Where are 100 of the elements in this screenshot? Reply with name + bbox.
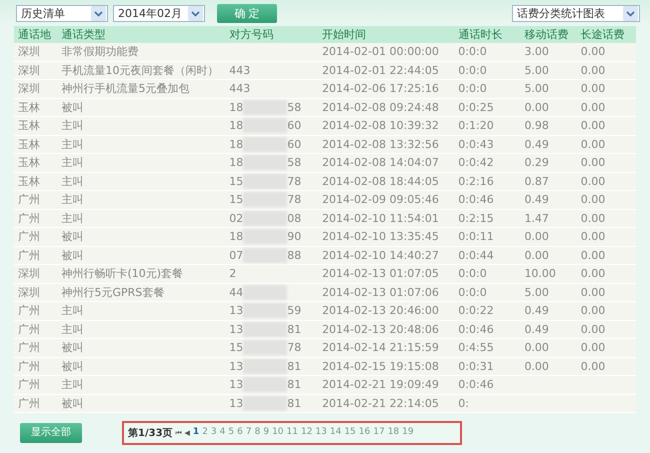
table-cell-text: 玉林: [17, 176, 41, 187]
page-link[interactable]: 11: [286, 426, 298, 440]
table-cell-text: 广州: [17, 305, 41, 316]
chart-select[interactable]: 话费分类统计图表: [512, 4, 640, 22]
page-info: 第1/33页: [128, 426, 173, 440]
table-cell-text: 玉林: [17, 157, 41, 168]
table-cell-text: 广州: [17, 379, 41, 390]
table-cell: 60: [287, 138, 302, 150]
table-cell-text: 0:0:0: [457, 46, 488, 58]
table-cell-text: 2014-02-08 18:44:05: [321, 176, 440, 187]
table-cell: 78: [287, 176, 302, 187]
table-cell: 88: [287, 250, 302, 261]
table-cell: 0.00: [580, 193, 606, 206]
table-cell: 08: [287, 212, 302, 224]
table-cell-text: 神州行手机流量5元叠加包: [60, 83, 190, 94]
page-link[interactable]: 8: [254, 426, 260, 440]
page-link[interactable]: 19: [402, 426, 414, 440]
table-cell-text: 0:0:25: [457, 102, 495, 113]
table-cell-text: 玉林: [17, 120, 41, 132]
table-cell-text: 0:0:0: [457, 268, 488, 280]
confirm-button[interactable]: 确 定: [217, 4, 277, 22]
table-cell: 0.00: [580, 304, 606, 318]
table-cell: 0.00: [524, 341, 549, 354]
table-cell-text: 玉林: [17, 102, 41, 113]
table-cell-text: 被叫: [60, 342, 84, 354]
table-cell-text: 被叫: [60, 250, 84, 261]
table-cell-text: 0:0:11: [457, 231, 495, 242]
table-cell-text: 0:1:20: [457, 120, 495, 132]
table-cell: 0.00: [580, 174, 606, 188]
page-link[interactable]: 18: [388, 426, 400, 440]
table-cell-text: 2014-02-13 20:46:00: [321, 305, 440, 316]
table-cell-text: 被叫: [60, 102, 84, 113]
page-link[interactable]: 10: [272, 426, 284, 440]
table-cell-text: 2014-02-09 09:05:46: [321, 194, 440, 206]
table-cell-text: 手机流量10元夜间套餐（闲时）: [60, 64, 220, 76]
table-cell-text: 2014-02-14 21:15:59: [321, 342, 440, 354]
table-cell: 81: [287, 360, 302, 372]
table-cell-text: 广州: [17, 398, 41, 409]
table-cell-text: 2014-02-10 11:54:01: [321, 212, 440, 224]
table-cell: 81: [287, 324, 302, 335]
page-link[interactable]: 1: [192, 426, 200, 440]
table-cell: 1.47: [524, 212, 549, 225]
page-link[interactable]: 6: [237, 426, 243, 440]
page-link[interactable]: 15: [344, 426, 356, 440]
table-cell-text: 0:0:42: [457, 157, 495, 168]
table-cell-text: 主叫: [60, 176, 84, 187]
table-cell: 2: [229, 268, 236, 280]
table-cell-text: 非常假期功能费: [60, 46, 140, 58]
table-cell: 44: [229, 286, 244, 298]
table-cell-text: 0:2:16: [457, 176, 495, 187]
show-all-button[interactable]: 显示全部: [20, 423, 82, 443]
table-cell-text: 0:2:15: [457, 212, 495, 224]
table-cell-text: 2014-02-10 13:35:45: [321, 231, 440, 242]
page-link[interactable]: 7: [246, 426, 252, 440]
table-cell: 0.00: [580, 156, 606, 170]
table-cell-text: 被叫: [60, 360, 84, 372]
table-cell-text: 广州: [17, 194, 41, 206]
table-cell: 90: [287, 231, 302, 242]
table-cell: 18: [229, 157, 244, 168]
table-cell-text: 主叫: [60, 157, 84, 168]
table-cell: 5.00: [524, 82, 549, 96]
month-select[interactable]: 2014年02月: [113, 4, 205, 22]
page-link[interactable]: 14: [330, 426, 342, 440]
table-cell-text: 神州行畅听卡(10元)套餐: [60, 268, 184, 280]
table-cell-text: 深圳: [17, 46, 41, 58]
list-type-select[interactable]: 历史清单: [16, 4, 108, 22]
page-link[interactable]: 5: [228, 426, 234, 440]
table-cell: 0.00: [524, 360, 549, 373]
page-link[interactable]: 2: [202, 426, 208, 440]
page-link[interactable]: 12: [300, 426, 312, 440]
table-cell: 443: [229, 64, 250, 76]
table-cell-text: 2014-02-21 22:14:05: [321, 398, 440, 409]
table-cell: 0.00: [580, 230, 606, 244]
table-cell: 78: [287, 194, 302, 206]
table-cell-text: 2014-02-01 22:44:05: [321, 64, 440, 76]
table-cell: 13: [229, 324, 244, 335]
table-cell-text: 深圳: [17, 268, 41, 280]
table-cell: 0.49: [524, 193, 549, 206]
table-cell-text: 广州: [17, 360, 41, 372]
table-cell: 58: [287, 102, 302, 113]
page-link[interactable]: 4: [220, 426, 226, 440]
table-cell-text: 主叫: [60, 379, 84, 390]
table-cell-text: 玉林: [17, 138, 41, 150]
table-cell: 0.00: [580, 286, 606, 299]
table-cell-text: 主叫: [60, 212, 84, 224]
page-link[interactable]: 16: [358, 426, 370, 440]
table-cell: 13: [229, 305, 244, 316]
column-header: 开始时间: [321, 29, 368, 40]
table-cell: 5.00: [524, 64, 549, 77]
table-cell: 0.49: [524, 138, 549, 151]
column-header: 长途话费: [580, 29, 626, 40]
table-cell: 0.49: [524, 322, 549, 336]
table-cell: 18: [229, 231, 244, 242]
page-link[interactable]: 3: [210, 426, 217, 440]
table-cell: 0.87: [524, 174, 549, 188]
page-link[interactable]: 17: [373, 426, 385, 440]
page-link[interactable]: 9: [263, 426, 270, 440]
table-cell: 18: [229, 138, 244, 150]
page-link[interactable]: 13: [315, 426, 327, 440]
table-cell-text: 被叫: [60, 398, 84, 409]
